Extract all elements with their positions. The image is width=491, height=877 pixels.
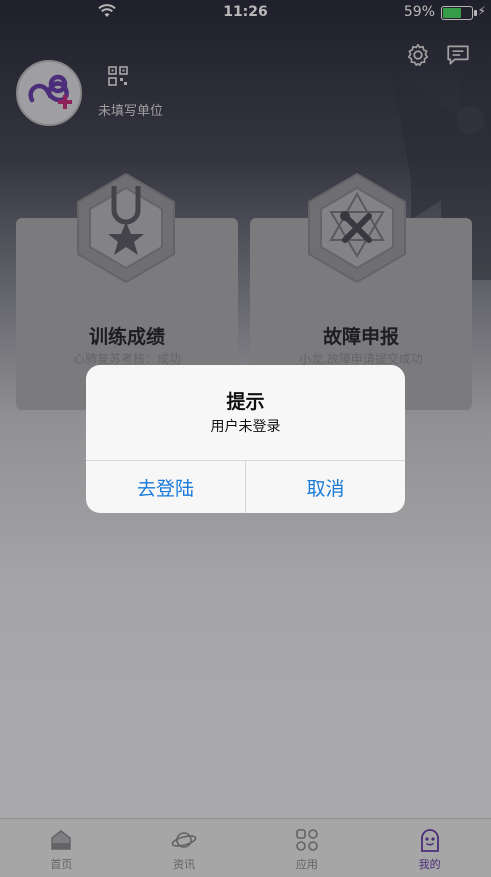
alert-message: 用户未登录 bbox=[210, 419, 281, 435]
go-login-button[interactable]: 去登陆 bbox=[86, 461, 245, 513]
alert-buttons: 去登陆 取消 bbox=[86, 460, 405, 513]
login-alert-dialog: 提示 用户未登录 去登陆 取消 bbox=[86, 365, 405, 513]
alert-title: 提示 bbox=[226, 391, 265, 413]
cancel-button[interactable]: 取消 bbox=[245, 461, 405, 513]
